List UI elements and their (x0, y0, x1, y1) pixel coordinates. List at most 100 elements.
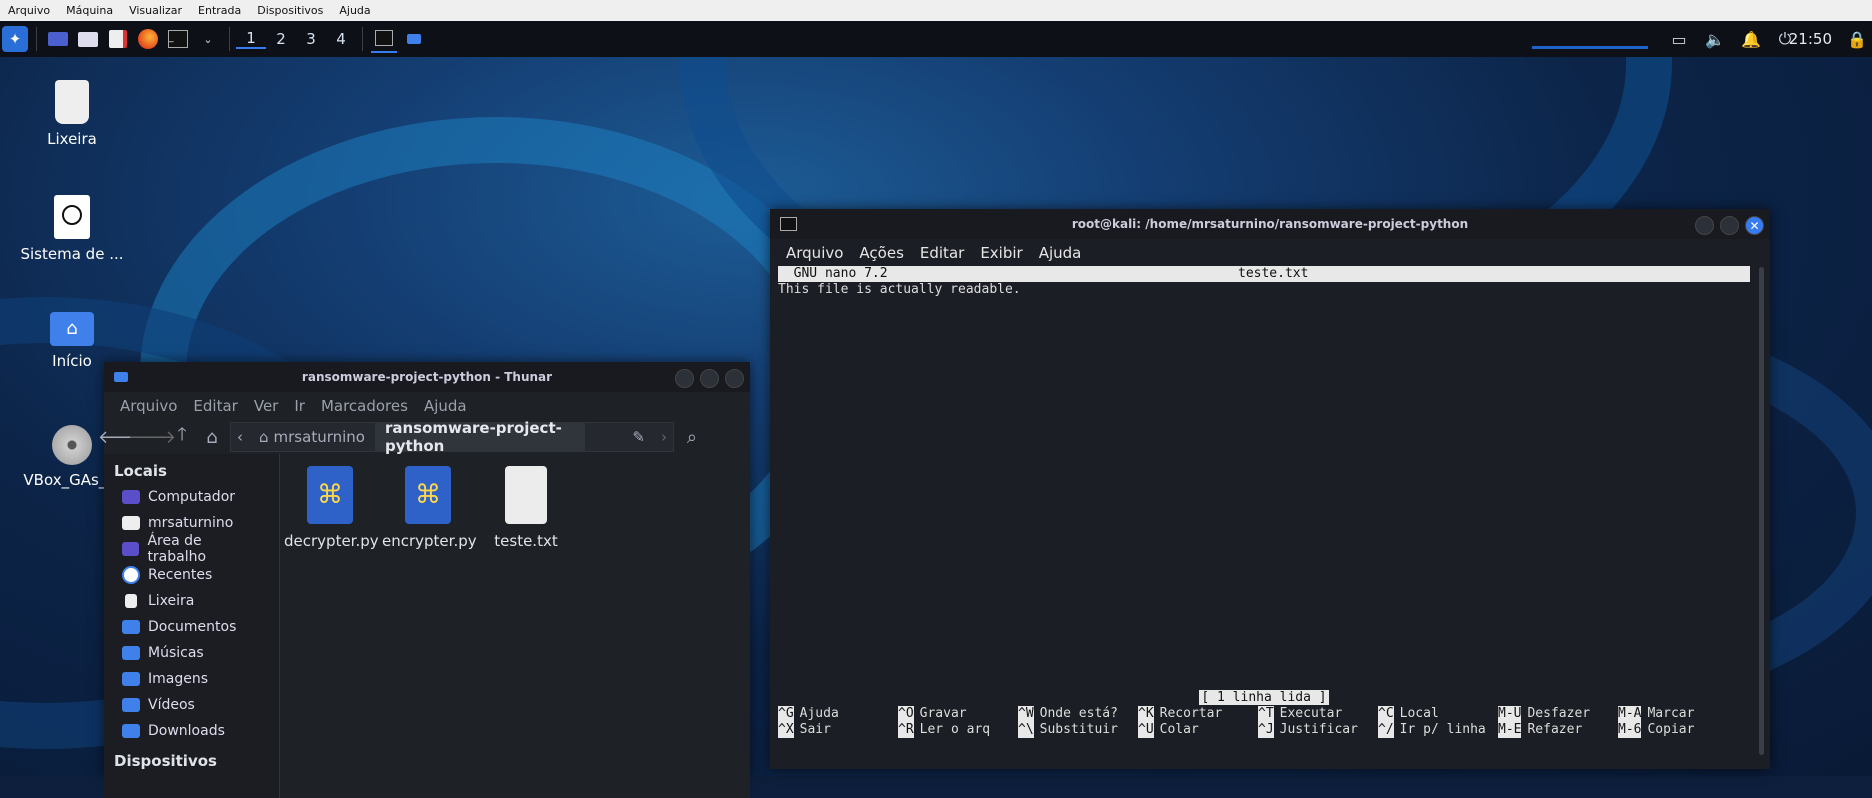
shortcut: ^J Justificar (1258, 722, 1378, 738)
shortcut-label: Sair (799, 722, 831, 737)
up-arrow-icon[interactable]: 🡑 (170, 424, 194, 449)
terminal-menu-acoes[interactable]: Ações (851, 244, 911, 262)
file-manager-icon[interactable] (75, 26, 101, 52)
shortcut-key: ^\ (1018, 722, 1034, 738)
file-view[interactable]: ⌘ decrypter.py ⌘ encrypter.py teste.txt (280, 454, 750, 798)
sidebar-item-desktop[interactable]: Área de trabalho (104, 533, 279, 565)
terminal-titlebar[interactable]: root@kali: /home/mrsaturnino/ransomware-… (770, 209, 1770, 239)
lock-icon[interactable]: 🔒 (1844, 26, 1870, 52)
workspace-3[interactable]: 3 (296, 30, 326, 48)
sidebar-item-recentes[interactable]: Recentes (104, 562, 279, 588)
volume-icon[interactable]: 🔈 (1702, 26, 1728, 52)
terminal-menu-ajuda[interactable]: Ajuda (1031, 244, 1090, 262)
sidebar-item-label: Documentos (148, 619, 237, 635)
shortcut-key: ^/ (1378, 722, 1394, 738)
sidebar-item-imagens[interactable]: Imagens (104, 666, 279, 692)
clock[interactable]: 21:50 (1789, 30, 1832, 48)
sidebar-item-label: Lixeira (148, 593, 195, 609)
thunar-menu-arquivo[interactable]: Arquivo (112, 397, 185, 415)
workspace-4[interactable]: 4 (326, 30, 356, 48)
chevron-left-icon[interactable]: ‹ (231, 423, 249, 451)
vm-menu-maquina[interactable]: Máquina (58, 4, 121, 17)
forward-arrow-icon[interactable]: 🡒 (128, 425, 176, 449)
shortcut: ^X Sair (778, 722, 898, 738)
network-icon[interactable]: ▭ (1666, 26, 1692, 52)
thunar-menu-ir[interactable]: Ir (286, 397, 313, 415)
minimize-button[interactable] (675, 369, 694, 388)
thunar-menu-marcadores[interactable]: Marcadores (313, 397, 416, 415)
shortcut-key: ^O (898, 706, 914, 722)
sidebar-item-label: Imagens (148, 671, 209, 687)
home-icon[interactable]: ⌂ (200, 425, 224, 449)
sidebar-item-documentos[interactable]: Documentos (104, 614, 279, 640)
file-name: decrypter.py (284, 532, 379, 550)
sidebar-item-downloads[interactable]: Downloads (104, 718, 279, 744)
filesystem-icon (54, 195, 90, 239)
firefox-icon[interactable] (135, 26, 161, 52)
terminal-menubar: Arquivo Ações Editar Exibir Ajuda (770, 239, 1770, 267)
desktop-icon-label: Lixeira (47, 130, 97, 148)
home-icon: ⌂ (259, 428, 269, 446)
desktop-icon (122, 542, 140, 556)
shortcut: M-A Marcar (1618, 706, 1738, 722)
taskbar-thunar-icon[interactable] (401, 26, 427, 52)
taskbar-terminal-icon[interactable] (371, 25, 397, 53)
maximize-button[interactable] (700, 369, 719, 388)
file-item[interactable]: ⌘ encrypter.py (382, 466, 477, 550)
sidebar-item-lixeira[interactable]: Lixeira (104, 588, 279, 614)
close-button[interactable]: ✕ (1745, 216, 1764, 235)
thunar-menu-ver[interactable]: Ver (246, 397, 287, 415)
maximize-button[interactable] (1720, 216, 1739, 235)
music-folder-icon (122, 646, 140, 660)
shortcut-key: ^W (1018, 706, 1034, 722)
sidebar-item-musicas[interactable]: Músicas (104, 640, 279, 666)
nano-editor[interactable]: GNU nano 7.2 teste.txt This file is actu… (778, 266, 1750, 757)
vm-menu-ajuda[interactable]: Ajuda (331, 4, 378, 17)
chevron-right-icon[interactable]: › (655, 423, 673, 451)
terminal-menu-arquivo[interactable]: Arquivo (778, 244, 851, 262)
desktop-icon-filesystem[interactable]: Sistema de ... (12, 195, 132, 263)
terminal-icon[interactable]: _ (165, 26, 191, 52)
breadcrumb-home[interactable]: ⌂ mrsaturnino (249, 423, 375, 451)
disc-icon (52, 425, 92, 465)
thunar-menubar: Arquivo Editar Ver Ir Marcadores Ajuda (104, 392, 750, 420)
thunar-titlebar[interactable]: ransomware-project-python - Thunar (104, 362, 750, 392)
sidebar-heading-locais: Locais (114, 462, 167, 480)
shortcut-label: Substituir (1039, 722, 1118, 737)
vm-menu-visualizar[interactable]: Visualizar (121, 4, 190, 17)
sidebar-item-computador[interactable]: Computador (104, 484, 279, 510)
sidebar-item-videos[interactable]: Vídeos (104, 692, 279, 718)
shortcut: ^G Ajuda (778, 706, 898, 722)
shortcut-label: Copiar (1647, 722, 1695, 737)
breadcrumb-current[interactable]: ransomware-project-python (374, 419, 585, 455)
thunar-menu-editar[interactable]: Editar (185, 397, 245, 415)
close-button[interactable] (725, 369, 744, 388)
chevron-down-icon[interactable]: ⌄ (195, 26, 221, 52)
minimize-button[interactable] (1695, 216, 1714, 235)
kali-menu-icon[interactable]: ✦ (2, 26, 28, 52)
search-icon[interactable]: ⌕ (680, 425, 704, 449)
panel-separator (229, 27, 230, 51)
show-desktop-icon[interactable] (45, 26, 71, 52)
workspace-1[interactable]: 1 (236, 29, 266, 49)
shortcut-row-2: ^X Sair ^R Ler o arq ^\ Substituir ^U Colar … (778, 722, 1738, 738)
terminal-scrollbar[interactable] (1759, 267, 1764, 755)
vm-menu-entrada[interactable]: Entrada (190, 4, 249, 17)
shortcut-label: Ler o arq (919, 722, 991, 737)
terminal-menu-exibir[interactable]: Exibir (972, 244, 1030, 262)
shortcut-key: ^K (1138, 706, 1154, 722)
vm-menu-dispositivos[interactable]: Dispositivos (249, 4, 331, 17)
file-item[interactable]: teste.txt (480, 466, 572, 550)
thunar-menu-ajuda[interactable]: Ajuda (416, 397, 475, 415)
vm-menu-arquivo[interactable]: Arquivo (0, 4, 58, 17)
trash-icon (125, 594, 137, 608)
pencil-icon[interactable]: ✎ (585, 423, 655, 451)
shortcut-key: ^X (778, 722, 794, 738)
text-editor-icon[interactable] (105, 26, 131, 52)
notification-bell-icon[interactable]: 🔔 (1738, 26, 1764, 52)
terminal-menu-editar[interactable]: Editar (912, 244, 972, 262)
nano-text-line[interactable]: This file is actually readable. (778, 282, 1750, 298)
desktop-icon-trash[interactable]: Lixeira (12, 80, 132, 148)
file-item[interactable]: ⌘ decrypter.py (284, 466, 379, 550)
workspace-2[interactable]: 2 (266, 30, 296, 48)
